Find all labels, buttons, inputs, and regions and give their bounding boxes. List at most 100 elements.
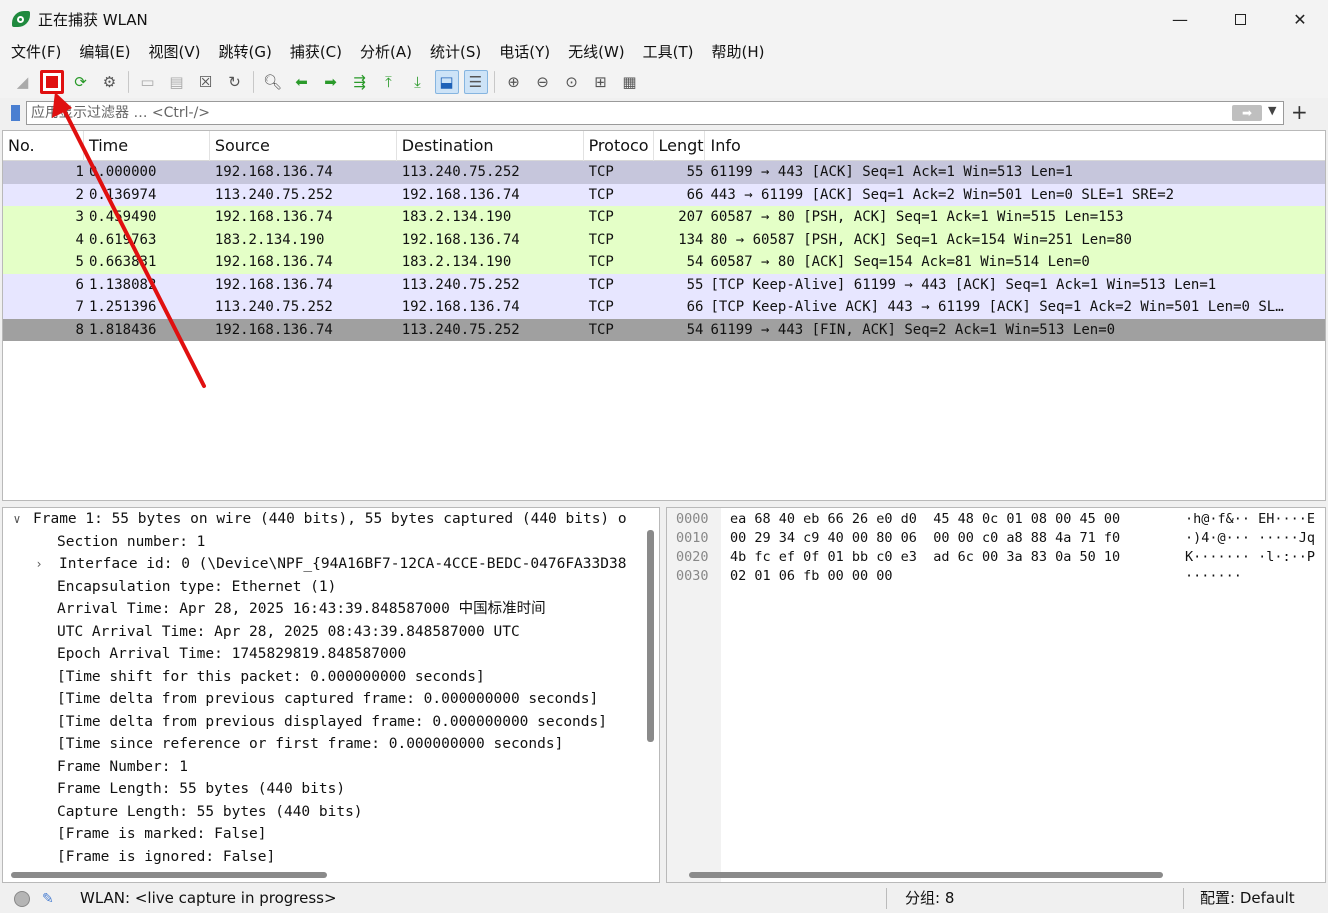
detail-tree-item[interactable]: [Time shift for this packet: 0.000000000… — [3, 666, 659, 689]
save-file-button[interactable]: ▤ — [165, 70, 189, 94]
detail-tree-item[interactable]: [Time delta from previous captured frame… — [3, 688, 659, 711]
resize-columns-button[interactable]: ⊞ — [589, 70, 613, 94]
detail-tree-item[interactable]: UTC Arrival Time: Apr 28, 2025 08:43:39.… — [3, 621, 659, 644]
expand-arrow-icon[interactable]: › — [29, 553, 49, 576]
layout-button[interactable]: ▦ — [618, 70, 642, 94]
byte-ascii-row[interactable]: ·)4·@··· ·····Jq — [1185, 529, 1315, 548]
first-packet-button[interactable]: ⤒ — [377, 70, 401, 94]
go-forward-button[interactable]: ➡ — [319, 70, 343, 94]
menu-edit[interactable]: 编辑(E) — [70, 38, 139, 66]
open-file-button[interactable]: ▭ — [136, 70, 160, 94]
expand-arrow-icon[interactable]: ∨ — [7, 508, 27, 531]
capture-comment-icon[interactable]: ✎ — [42, 891, 60, 907]
packet-length-cell: 207 — [678, 209, 704, 225]
detail-tree-item[interactable]: Frame Number: 1 — [3, 756, 659, 779]
display-filter-input[interactable]: 应用显示过滤器 … <Ctrl-/> — [26, 101, 1284, 125]
byte-hex-row[interactable]: 02 01 06 fb 00 00 00 — [730, 567, 893, 586]
close-file-button[interactable]: ☒ — [194, 70, 218, 94]
menu-go[interactable]: 跳转(G) — [210, 38, 281, 66]
apply-filter-button[interactable]: ➡ — [1232, 105, 1262, 121]
packet-time-cell: 1.138082 — [88, 276, 157, 293]
maximize-button[interactable] — [1210, 0, 1270, 38]
reload-file-button[interactable]: ↻ — [223, 70, 247, 94]
zoom-in-button[interactable]: ⊕ — [502, 70, 526, 94]
menu-capture[interactable]: 捕获(C) — [281, 38, 351, 66]
title-bar: 正在捕获 WLAN — ✕ — [0, 0, 1328, 38]
detail-tree-item[interactable]: ∨ Frame 1: 55 bytes on wire (440 bits), 5… — [3, 508, 659, 531]
packet-row[interactable]: 2 0.136974 113.240.75.252 192.168.136.74 TCP… — [3, 183, 1325, 206]
column-header-time[interactable]: Time — [84, 131, 210, 161]
detail-tree-item[interactable]: [Frame is marked: False] — [3, 823, 659, 846]
packet-info-cell: 61199 → 443 [FIN, ACK] Seq=2 Ack=1 Win=5… — [710, 321, 1116, 338]
detail-tree-item[interactable]: › Interface id: 0 (\Device\NPF_{94A16BF7-… — [3, 553, 659, 576]
detail-tree-item[interactable]: Frame Length: 55 bytes (440 bits) — [3, 778, 659, 801]
packet-no-cell: 2 — [75, 186, 84, 203]
menu-view[interactable]: 视图(V) — [140, 38, 210, 66]
profile-text[interactable]: 配置: Default — [1200, 884, 1295, 913]
byte-ascii-row[interactable]: ······· — [1185, 567, 1242, 586]
zoom-out-button[interactable]: ⊖ — [531, 70, 555, 94]
add-filter-button[interactable]: + — [1291, 100, 1308, 124]
go-back-button[interactable]: ⬅ — [290, 70, 314, 94]
packet-source-cell: 192.168.136.74 — [214, 254, 333, 270]
details-horizontal-scrollbar[interactable] — [11, 872, 327, 878]
column-header-destination[interactable]: Destination — [397, 131, 584, 161]
start-capture-button[interactable]: ◢ — [11, 70, 35, 94]
auto-scroll-button[interactable]: ⬓ — [434, 70, 459, 94]
byte-ascii-row[interactable]: ·h@·f&·· EH····E — [1185, 510, 1315, 529]
column-header-length[interactable]: Lengt — [654, 131, 706, 161]
packet-row[interactable]: 7 1.251396 113.240.75.252 192.168.136.74 TCP… — [3, 296, 1325, 319]
detail-tree-item[interactable]: Encapsulation type: Ethernet (1) — [3, 576, 659, 599]
details-vertical-scrollbar[interactable] — [647, 530, 654, 742]
stop-capture-button[interactable] — [39, 70, 64, 94]
packet-length-cell: 55 — [686, 276, 704, 293]
filter-bookmark-button[interactable] — [4, 101, 26, 125]
byte-offset: 0030 — [676, 568, 709, 584]
column-header-source[interactable]: Source — [210, 131, 397, 161]
filter-history-dropdown[interactable]: ▼ — [1268, 104, 1276, 117]
menu-wireless[interactable]: 无线(W) — [559, 38, 634, 66]
zoom-reset-button[interactable]: ⊙ — [560, 70, 584, 94]
capture-options-button[interactable]: ⚙ — [98, 70, 122, 94]
byte-hex-row[interactable]: 00 29 34 c9 40 00 80 06 00 00 c0 a8 88 4… — [730, 529, 1120, 548]
packet-row[interactable]: 3 0.459490 192.168.136.74 183.2.134.190 TCP 2… — [3, 206, 1325, 229]
last-packet-button[interactable]: ⤓ — [406, 70, 430, 94]
packet-time-cell: 0.000000 — [88, 164, 157, 180]
detail-tree-item[interactable]: Capture Length: 55 bytes (440 bits) — [3, 801, 659, 824]
minimize-button[interactable]: — — [1150, 0, 1210, 38]
column-header-info[interactable]: Info — [705, 131, 1325, 161]
menu-tools[interactable]: 工具(T) — [634, 38, 703, 66]
find-packet-button[interactable]: 🔍︎ — [261, 70, 285, 94]
arrow-top-icon: ⤒ — [385, 73, 392, 91]
restart-capture-button[interactable]: ⟳ — [69, 70, 93, 94]
colorize-button[interactable]: ☰ — [463, 70, 488, 94]
go-to-packet-button[interactable]: ⇶ — [348, 70, 372, 94]
expert-info-icon[interactable] — [14, 890, 30, 907]
column-header-no[interactable]: No. — [3, 131, 84, 161]
bytes-horizontal-scrollbar[interactable] — [689, 872, 1163, 878]
byte-hex-row[interactable]: ea 68 40 eb 66 26 e0 d0 45 48 0c 01 08 0… — [730, 510, 1120, 529]
menu-help[interactable]: 帮助(H) — [703, 38, 774, 66]
detail-tree-item[interactable]: Epoch Arrival Time: 1745829819.848587000 — [3, 643, 659, 666]
toolbar-separator — [253, 71, 254, 93]
menu-file[interactable]: 文件(F) — [2, 38, 70, 66]
packet-protocol-cell: TCP — [588, 164, 614, 180]
column-header-protocol[interactable]: Protoco — [584, 131, 654, 161]
packet-row[interactable]: 8 1.818436 192.168.136.74 113.240.75.252 TCP… — [3, 318, 1325, 341]
detail-tree-item[interactable]: Section number: 1 — [3, 531, 659, 554]
menu-telephony[interactable]: 电话(Y) — [490, 38, 559, 66]
menu-analyze[interactable]: 分析(A) — [351, 38, 421, 66]
packet-row[interactable]: 4 0.619763 183.2.134.190 192.168.136.74 TCP 1… — [3, 228, 1325, 251]
packet-row[interactable]: 5 0.663831 192.168.136.74 183.2.134.190 TCP 5… — [3, 251, 1325, 274]
packet-row[interactable]: 1 0.000000 192.168.136.74 113.240.75.252 TCP… — [3, 161, 1325, 184]
menu-statistics[interactable]: 统计(S) — [421, 38, 490, 66]
detail-tree-item[interactable]: [Time delta from previous displayed fram… — [3, 711, 659, 734]
byte-hex-row[interactable]: 4b fc ef 0f 01 bb c0 e3 ad 6c 00 3a 83 0… — [730, 548, 1120, 567]
byte-ascii-row[interactable]: K······· ·l·:··P — [1185, 548, 1315, 567]
packet-no-cell: 6 — [75, 276, 84, 293]
packet-row[interactable]: 6 1.138082 192.168.136.74 113.240.75.252 TCP… — [3, 273, 1325, 296]
detail-tree-item[interactable]: [Frame is ignored: False] — [3, 846, 659, 869]
close-button[interactable]: ✕ — [1270, 0, 1328, 38]
detail-tree-item[interactable]: Arrival Time: Apr 28, 2025 16:43:39.8485… — [3, 598, 659, 621]
detail-tree-item[interactable]: [Time since reference or first frame: 0.… — [3, 733, 659, 756]
